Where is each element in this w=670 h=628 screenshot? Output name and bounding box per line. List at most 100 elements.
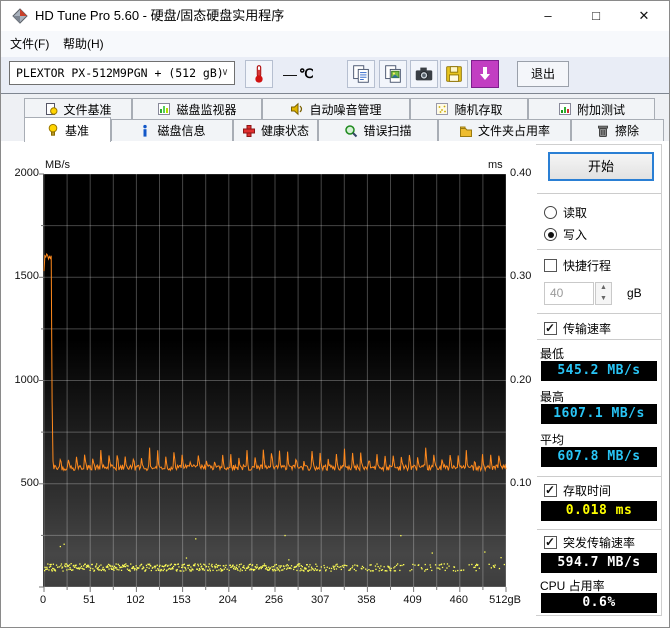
random-access-icon (436, 103, 449, 115)
thermometer-icon (255, 65, 263, 83)
transfer-rate-label: 传输速率 (563, 322, 612, 336)
tab-benchmark[interactable]: 基准 (24, 117, 111, 142)
tab-disk-info[interactable]: 磁盘信息 (111, 119, 233, 141)
x-axis-tick-label: 102 (126, 594, 145, 606)
copy-text-button[interactable] (347, 60, 375, 88)
tab-label: 擦除 (614, 124, 639, 138)
checkbox-box (544, 483, 557, 497)
max-value-display: 1607.1 MB/s (541, 404, 657, 424)
section-divider (537, 339, 661, 340)
benchmark-icon (48, 123, 58, 136)
transfer-rate-checkbox[interactable]: 传输速率 (544, 320, 611, 337)
tab-strip: 文件基准 磁盘监视器 自动噪音管理 随机存取 附加测试 基准 磁盘信息 健康状态… (1, 94, 669, 142)
copy-image-button[interactable] (379, 60, 407, 88)
cpu-usage-display: 0.6% (541, 593, 657, 613)
x-axis-tick-label: 512gB (489, 594, 521, 606)
short-stroke-checkbox[interactable]: 快捷行程 (544, 257, 611, 274)
copy-image-icon (385, 65, 401, 83)
y-axis-tick-label: 1500 (14, 270, 39, 283)
screenshot-button[interactable] (410, 60, 438, 88)
x-axis-tick-label: 409 (403, 594, 422, 606)
radio-circle (544, 228, 557, 241)
min-label: 最低 (540, 347, 565, 361)
tab-label: 磁盘监视器 (176, 102, 237, 117)
tab-extra-tests[interactable]: 附加测试 (528, 98, 655, 119)
disk-info-icon (143, 124, 148, 137)
erase-icon (597, 125, 608, 137)
access-time-display: 0.018 ms (541, 501, 657, 521)
tab-label: 文件基准 (63, 102, 112, 117)
stepper-down-icon[interactable]: ▼ (596, 294, 611, 305)
y-axis-tick-label: 1000 (14, 373, 39, 386)
tab-label: 附加测试 (576, 102, 625, 117)
app-window: HD Tune Pro 5.60 - 硬盘/固态硬盘实用程序 – □ ✕ 文件(… (0, 0, 670, 628)
drive-select-value: PLEXTOR PX-512M9PGN + (512 gB) (16, 66, 224, 80)
acoustic-icon (291, 102, 303, 116)
tab-health[interactable]: 健康状态 (233, 119, 318, 141)
read-radio-label: 读取 (563, 206, 588, 220)
section-divider (537, 476, 661, 477)
avg-label: 平均 (540, 433, 565, 447)
error-scan-icon (345, 124, 358, 137)
tab-label: 错误扫描 (363, 124, 412, 138)
x-axis-tick-label: 51 (83, 594, 96, 606)
x-axis-tick-label: 153 (172, 594, 191, 606)
menu-bar: 文件(F) 帮助(H) (1, 31, 669, 57)
tab-erase[interactable]: 擦除 (571, 119, 664, 141)
x-axis-tick-label: 204 (218, 594, 237, 606)
health-icon (242, 124, 255, 137)
burst-rate-checkbox[interactable]: 突发传输速率 (544, 534, 635, 551)
drive-select[interactable]: PLEXTOR PX-512M9PGN + (512 gB) ∨ (9, 61, 235, 85)
save-button[interactable] (440, 60, 468, 88)
tab-disk-monitor[interactable]: 磁盘监视器 (132, 98, 262, 119)
short-stroke-stepper[interactable]: ▲ ▼ (595, 282, 612, 305)
stepper-up-icon[interactable]: ▲ (596, 283, 611, 294)
temperature-button[interactable] (245, 60, 273, 88)
copy-text-icon (353, 65, 369, 83)
maximize-button[interactable]: □ (573, 1, 619, 31)
window-title: HD Tune Pro 5.60 - 硬盘/固态硬盘实用程序 (35, 8, 285, 23)
section-divider (537, 313, 661, 314)
write-radio[interactable]: 写入 (544, 226, 587, 243)
chart-canvas (39, 173, 507, 592)
x-axis-tick-label: 256 (264, 594, 284, 606)
file-benchmark-icon (46, 103, 58, 115)
y-axis-tick-label: 2000 (14, 167, 39, 179)
section-divider (537, 249, 661, 250)
download-button[interactable] (471, 60, 499, 88)
tab-random-access[interactable]: 随机存取 (410, 98, 528, 119)
camera-icon (415, 67, 433, 81)
extra-tests-icon (558, 103, 571, 115)
tab-file-benchmark[interactable]: 文件基准 (24, 98, 132, 119)
checkbox-box (544, 259, 557, 272)
right-axis-unit: ms (488, 159, 503, 171)
app-logo-icon (12, 8, 28, 24)
tab-label: 健康状态 (260, 124, 309, 138)
tab-folder-usage[interactable]: 文件夹占用率 (438, 119, 571, 141)
tab-label: 基准 (64, 123, 89, 138)
tab-error-scan[interactable]: 错误扫描 (318, 119, 438, 141)
access-time-checkbox[interactable]: 存取时间 (544, 482, 611, 499)
x-axis-tick-label: 358 (357, 594, 376, 606)
start-button[interactable]: 开始 (548, 152, 654, 181)
tab-acoustic-management[interactable]: 自动噪音管理 (262, 98, 410, 119)
tab-label: 自动噪音管理 (309, 102, 382, 117)
short-stroke-unit: gB (627, 286, 642, 300)
x-axis-tick-label: 0 (39, 594, 47, 606)
close-button[interactable]: ✕ (621, 1, 667, 31)
max-label: 最高 (540, 390, 565, 404)
benchmark-chart (39, 173, 507, 592)
chevron-down-icon: ∨ (221, 67, 228, 78)
x-axis-tick-label: 460 (449, 594, 468, 606)
exit-button[interactable]: 退出 (517, 61, 569, 87)
tab-label: 随机存取 (454, 102, 503, 117)
folder-usage-icon (459, 126, 472, 137)
read-radio[interactable]: 读取 (544, 204, 587, 221)
menu-file[interactable]: 文件(F) (3, 31, 56, 57)
temperature-unit: ℃ (299, 66, 314, 81)
title-bar: HD Tune Pro 5.60 - 硬盘/固态硬盘实用程序 – □ ✕ (1, 1, 669, 31)
section-divider (537, 529, 661, 530)
short-stroke-input[interactable]: 40 (544, 282, 594, 305)
menu-help[interactable]: 帮助(H) (56, 31, 111, 57)
minimize-button[interactable]: – (525, 1, 571, 31)
